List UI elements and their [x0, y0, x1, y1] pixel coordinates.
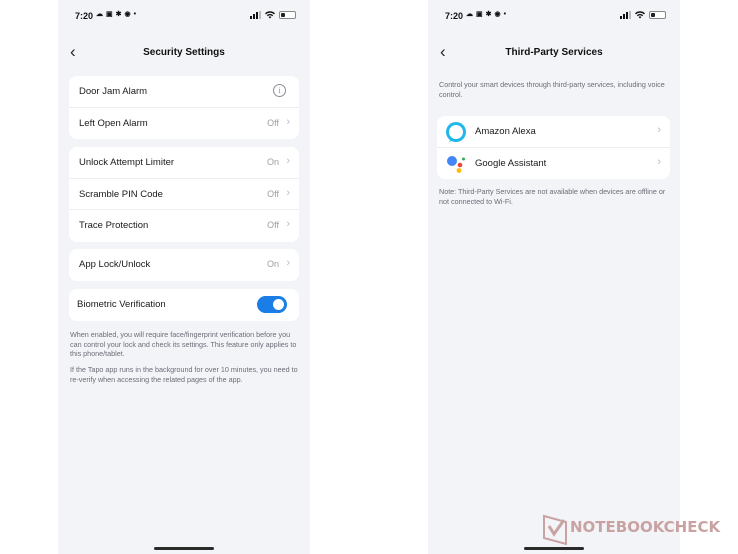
- setting-value: On: [266, 259, 279, 269]
- status-time: 7:20: [445, 11, 464, 21]
- alexa-logo-icon: [446, 122, 466, 142]
- toggle-knob: [273, 299, 284, 310]
- service-row-google-assistant[interactable]: Google Assistant ›: [437, 148, 670, 180]
- wifi-icon: [635, 11, 645, 19]
- setting-value: Off: [267, 188, 279, 199]
- page-title: Third-Party Services: [505, 47, 603, 58]
- notification-icon: ☁: [466, 11, 473, 18]
- chevron-right-icon: ›: [286, 257, 290, 269]
- google-assistant-logo-icon: [447, 155, 465, 173]
- setting-label: Trace Protection: [79, 220, 149, 231]
- linkedin-icon: ▣: [106, 11, 113, 18]
- page-title: Security Settings: [143, 47, 225, 58]
- app-lock-card: App Lock/Unlock On ›: [69, 249, 299, 281]
- service-label: Google Assistant: [475, 157, 547, 169]
- chevron-right-icon: ›: [286, 218, 290, 230]
- third-party-services-screen: 7:20 ☁ ▣ ✱ ◉ • ‹ Third-Party Services Co…: [428, 0, 680, 554]
- background-help-text: If the Tapo app runs in the background f…: [70, 365, 298, 384]
- alarm-settings-card: Door Jam Alarm i Left Open Alarm Off ›: [69, 76, 299, 139]
- biometric-help-text: When enabled, you will require face/fing…: [70, 330, 297, 358]
- dot-icon: •: [503, 10, 507, 18]
- setting-row-door-jam-alarm[interactable]: Door Jam Alarm i: [69, 76, 299, 108]
- notebookcheck-logo-icon: [543, 514, 567, 546]
- signal-icon: [250, 11, 261, 19]
- setting-row-biometric-verification: Biometric Verification: [69, 289, 299, 321]
- chevron-right-icon: ›: [657, 124, 661, 136]
- setting-value: Off: [267, 220, 279, 230]
- status-app-icons: ☁ ▣ ✱ ◉ •: [466, 10, 507, 19]
- status-bar: 7:20 ☁ ▣ ✱ ◉ •: [428, 10, 680, 24]
- setting-row-scramble-pin-code[interactable]: Scramble PIN Code Off ›: [69, 179, 299, 210]
- setting-row-left-open-alarm[interactable]: Left Open Alarm Off ›: [69, 108, 299, 140]
- pin-security-card: Unlock Attempt Limiter On › Scramble PIN…: [69, 147, 299, 242]
- setting-row-trace-protection[interactable]: Trace Protection Off ›: [69, 210, 299, 242]
- services-note: Note: Third-Party Services are not avail…: [439, 187, 666, 206]
- status-time: 7:20: [75, 11, 94, 21]
- pinterest-icon: ◉: [124, 11, 131, 18]
- status-bar: 7:20 ☁ ▣ ✱ ◉ •: [58, 10, 310, 24]
- biometric-toggle[interactable]: [257, 296, 287, 313]
- chevron-right-icon: ›: [657, 155, 661, 168]
- status-app-icons: ☁ ▣ ✱ ◉ •: [96, 10, 137, 19]
- battery-icon: [279, 11, 296, 19]
- setting-value: On: [266, 157, 279, 167]
- setting-label: Unlock Attempt Limiter: [79, 157, 175, 168]
- battery-icon: [649, 11, 666, 19]
- biometric-card: Biometric Verification: [69, 289, 299, 321]
- chevron-right-icon: ›: [286, 155, 290, 167]
- services-description: Control your smart devices through third…: [439, 80, 665, 99]
- notebookcheck-watermark: NOTEBOOKCHECK: [540, 510, 735, 548]
- setting-label: Left Open Alarm: [79, 117, 148, 129]
- setting-value: Off: [267, 117, 279, 128]
- signal-icon: [620, 11, 631, 19]
- security-settings-screen: 7:20 ☁ ▣ ✱ ◉ • ‹ Security Settings Door …: [58, 0, 310, 554]
- setting-label: App Lock/Unlock: [79, 259, 151, 270]
- pinterest-icon: ◉: [494, 11, 501, 18]
- setting-label: Biometric Verification: [77, 299, 166, 310]
- wifi-icon: [265, 11, 275, 19]
- chevron-right-icon: ›: [286, 115, 290, 128]
- slack-icon: ✱: [115, 11, 122, 18]
- nav-bar: ‹ Security Settings: [58, 38, 310, 68]
- info-icon[interactable]: i: [273, 84, 286, 97]
- service-row-amazon-alexa[interactable]: Amazon Alexa ›: [437, 116, 670, 148]
- service-label: Amazon Alexa: [475, 126, 536, 137]
- setting-label: Scramble PIN Code: [79, 188, 163, 200]
- watermark-text: NOTEBOOKCHECK: [570, 518, 721, 536]
- slack-icon: ✱: [485, 11, 492, 18]
- setting-row-unlock-attempt-limiter[interactable]: Unlock Attempt Limiter On ›: [69, 147, 299, 179]
- linkedin-icon: ▣: [476, 11, 483, 18]
- status-right-icons: [620, 11, 666, 19]
- screenshot-stage: 7:20 ☁ ▣ ✱ ◉ • ‹ Security Settings Door …: [0, 0, 738, 554]
- setting-row-app-lock-unlock[interactable]: App Lock/Unlock On ›: [69, 249, 299, 281]
- setting-label: Door Jam Alarm: [79, 86, 148, 97]
- status-right-icons: [250, 11, 296, 19]
- services-card: Amazon Alexa › Google Assistant ›: [437, 116, 670, 179]
- dot-icon: •: [133, 10, 137, 18]
- chevron-right-icon: ›: [286, 186, 290, 199]
- notification-icon: ☁: [96, 11, 103, 18]
- home-indicator[interactable]: [154, 547, 214, 550]
- nav-bar: ‹ Third-Party Services: [428, 38, 680, 68]
